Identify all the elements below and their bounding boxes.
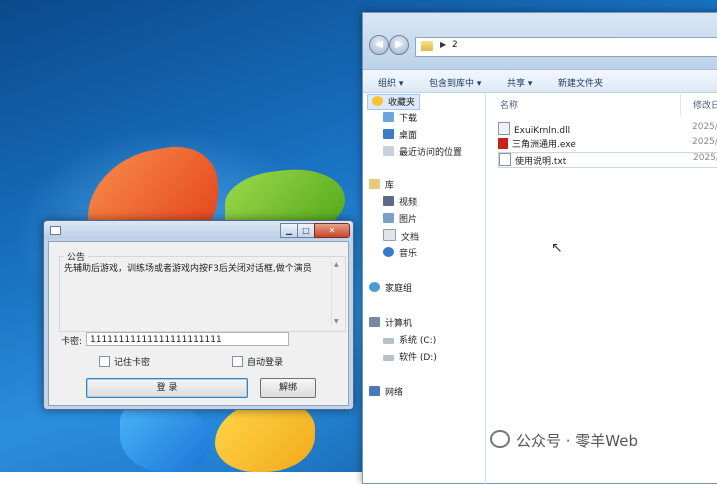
scroll-up-icon[interactable]: ▲: [334, 261, 339, 268]
unbind-button[interactable]: 解绑: [260, 378, 316, 398]
folder-icon: [421, 41, 433, 51]
navigation-pane: 收藏夹 下载 桌面 最近访问的位置 库 视频 图片 文档 音乐 家庭组 计算机 …: [363, 92, 486, 484]
windows-logo-blue: [120, 400, 210, 472]
exe-file-icon: [498, 138, 508, 149]
window-icon: [50, 226, 61, 235]
login-button[interactable]: 登 录: [86, 378, 248, 398]
watermark: 公众号 · 零羊Web: [490, 430, 638, 451]
homegroup-icon: [369, 282, 380, 292]
login-dialog: ▁ □ ✕ 公告 先辅助后游戏，训练场或者游戏内按F3后关闭对话框,做个演员 ▲…: [43, 220, 354, 410]
checkbox-box[interactable]: [99, 356, 110, 367]
windows-logo-yellow: [215, 400, 315, 472]
password-label: 卡密:: [61, 337, 83, 347]
column-name[interactable]: 名称: [500, 92, 681, 116]
checkbox-box[interactable]: [232, 356, 243, 367]
file-list: 名称 修改日 ExuiKrnln.dll 2025/ 三角洲通用.exe 202…: [486, 92, 717, 484]
new-folder-button[interactable]: 新建文件夹: [558, 76, 603, 89]
remember-checkbox[interactable]: 记住卡密: [99, 355, 150, 368]
music-icon: [383, 247, 394, 257]
close-button[interactable]: ✕: [314, 223, 350, 238]
autologin-checkbox[interactable]: 自动登录: [232, 355, 283, 368]
video-icon: [383, 196, 394, 206]
explorer-titlebar: ◀ ▶ ▶ 2: [363, 13, 717, 70]
maximize-button[interactable]: □: [297, 223, 315, 238]
wechat-icon: [490, 430, 510, 448]
download-icon: [383, 112, 394, 122]
dll-file-icon: [498, 122, 510, 135]
password-input[interactable]: 11111111111111111111111: [86, 332, 289, 346]
text-file-icon: [499, 153, 511, 166]
minimize-button[interactable]: ▁: [280, 223, 298, 238]
dialog-titlebar[interactable]: ▁ □ ✕: [44, 221, 353, 239]
organize-menu[interactable]: 组织 ▾: [378, 76, 403, 89]
picture-icon: [383, 213, 394, 223]
nav-recent-places[interactable]: 最近访问的位置: [383, 145, 462, 159]
notice-group: 公告 先辅助后游戏，训练场或者游戏内按F3后关闭对话框,做个演员 ▲ ▼: [59, 250, 346, 332]
file-row-selected[interactable]: 使用说明.txt 2025/: [498, 152, 717, 168]
notice-group-label: 公告: [64, 250, 89, 263]
nav-computer[interactable]: 计算机: [369, 316, 412, 330]
forward-button[interactable]: ▶: [389, 35, 409, 55]
scroll-down-icon[interactable]: ▼: [334, 318, 339, 325]
nav-libraries[interactable]: 库: [369, 178, 394, 192]
nav-homegroup[interactable]: 家庭组: [369, 281, 412, 295]
library-icon: [369, 179, 380, 189]
file-row[interactable]: 三角洲通用.exe 2025/: [498, 137, 717, 151]
nav-pictures[interactable]: 图片: [383, 212, 417, 226]
notice-scrollbar[interactable]: ▲ ▼: [331, 261, 343, 325]
column-date[interactable]: 修改日: [693, 92, 717, 116]
explorer-window: ◀ ▶ ▶ 2 组织 ▾ 包含到库中 ▾ 共享 ▾ 新建文件夹 收藏夹 下载 桌…: [362, 12, 717, 484]
nav-videos[interactable]: 视频: [383, 195, 417, 209]
notice-textbox[interactable]: 先辅助后游戏，训练场或者游戏内按F3后关闭对话框,做个演员: [64, 263, 327, 325]
desktop-icon: [383, 129, 394, 139]
share-menu[interactable]: 共享 ▾: [507, 76, 532, 89]
nav-downloads[interactable]: 下载: [383, 111, 417, 125]
nav-drive-c[interactable]: 系统 (C:): [383, 333, 436, 347]
nav-documents[interactable]: 文档: [383, 229, 419, 243]
include-in-library-menu[interactable]: 包含到库中 ▾: [429, 76, 481, 89]
nav-favorites[interactable]: 收藏夹: [367, 94, 421, 110]
nav-music[interactable]: 音乐: [383, 246, 417, 260]
drive-icon: [383, 338, 394, 344]
nav-drive-d[interactable]: 软件 (D:): [383, 350, 437, 364]
dialog-body: 公告 先辅助后游戏，训练场或者游戏内按F3后关闭对话框,做个演员 ▲ ▼ 卡密:…: [48, 241, 349, 406]
star-icon: [372, 96, 383, 106]
nav-network[interactable]: 网络: [369, 385, 403, 399]
command-bar: 组织 ▾ 包含到库中 ▾ 共享 ▾ 新建文件夹: [363, 70, 717, 93]
computer-icon: [369, 317, 380, 327]
chevron-right-icon: ▶: [440, 40, 447, 49]
network-icon: [369, 386, 380, 396]
mouse-cursor-icon: ↖: [551, 240, 563, 256]
back-button[interactable]: ◀: [369, 35, 389, 55]
drive-icon: [383, 355, 394, 361]
file-row[interactable]: ExuiKrnln.dll 2025/: [498, 122, 717, 136]
address-bar[interactable]: ▶ 2: [415, 37, 717, 57]
recent-places-icon: [383, 146, 394, 156]
address-path: 2: [452, 40, 458, 50]
nav-desktop[interactable]: 桌面: [383, 128, 417, 142]
document-icon: [383, 229, 396, 241]
